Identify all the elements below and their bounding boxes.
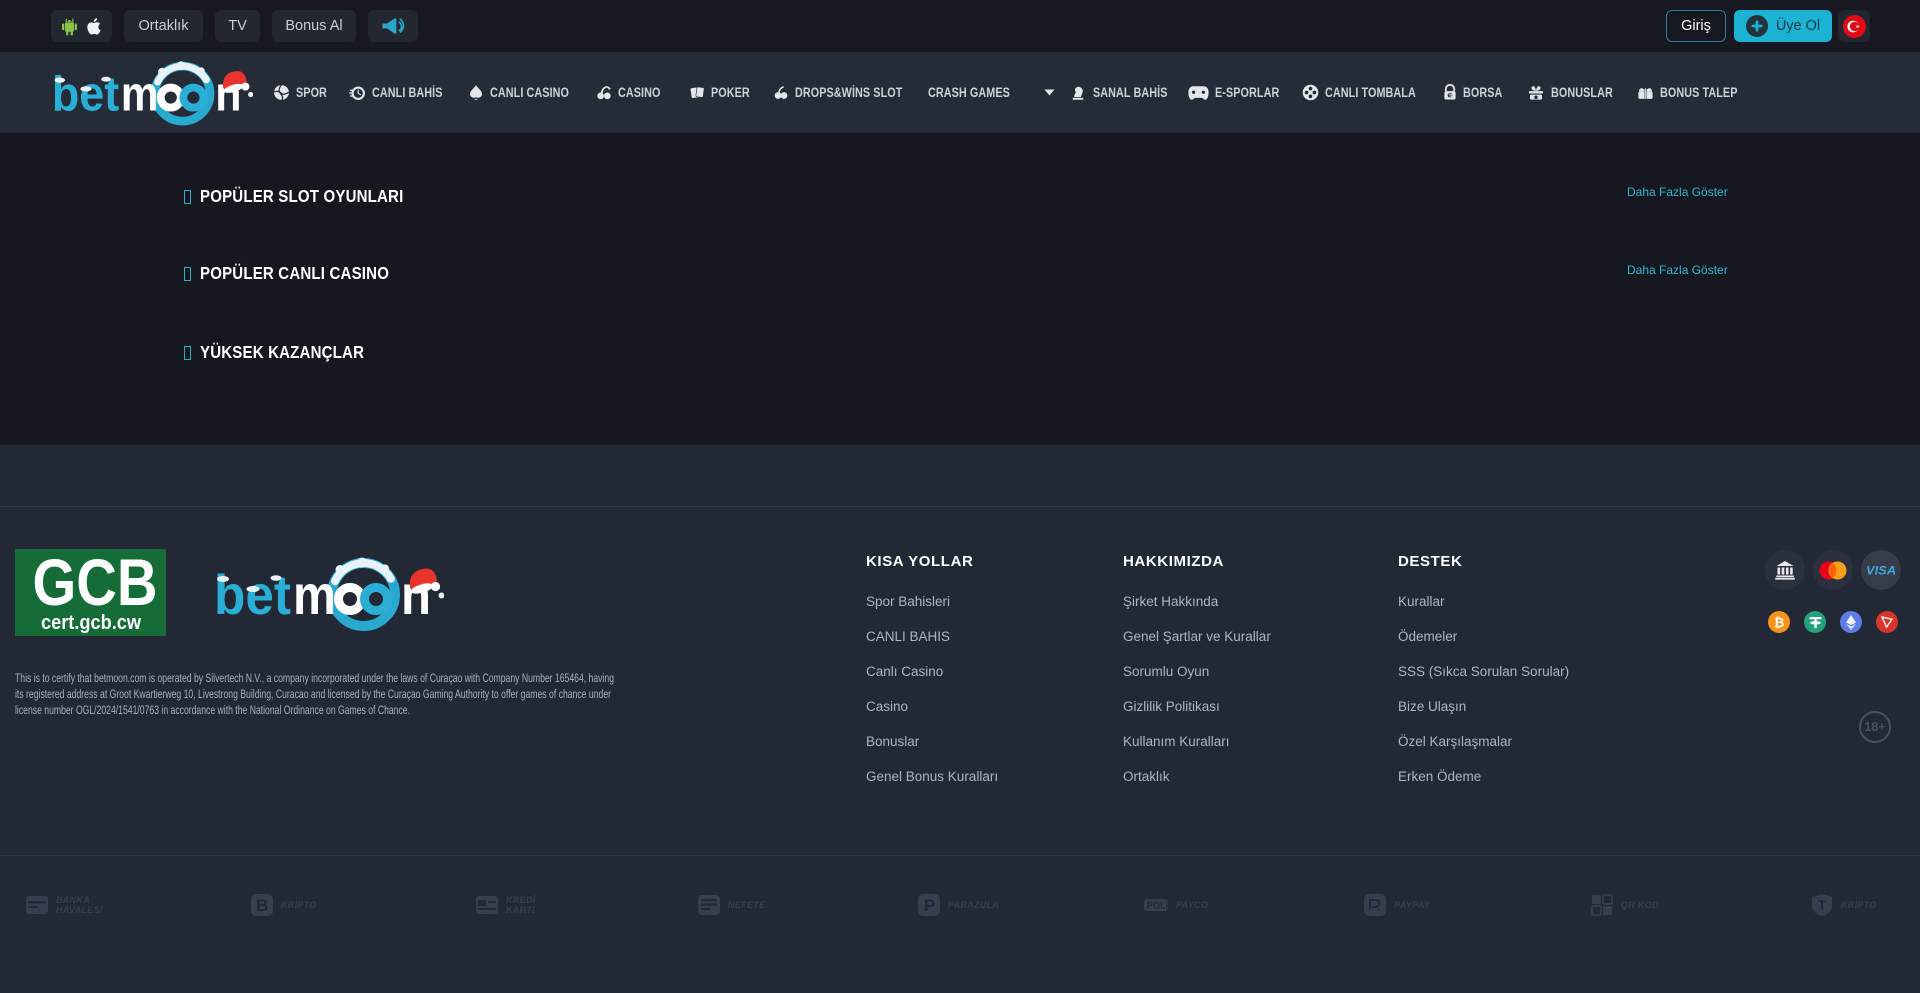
svg-text:VISA: VISA xyxy=(1866,565,1896,576)
svg-text:GCB: GCB xyxy=(33,549,158,619)
svg-text:This is to certify that betmoo: This is to certify that betmoon.com is o… xyxy=(15,671,614,685)
svg-text:its registered address at Groo: its registered address at Groot Kwartier… xyxy=(15,687,611,701)
svg-text:T: T xyxy=(1818,898,1826,913)
svg-text:B: B xyxy=(256,896,268,915)
svg-text:cert.gcb.cw: cert.gcb.cw xyxy=(41,612,141,634)
svg-text:P: P xyxy=(924,896,935,915)
svg-text:license number OGL/2024/1541/0: license number OGL/2024/1541/0763 in acc… xyxy=(15,703,410,717)
svg-text:POLi: POLi xyxy=(1147,901,1168,911)
